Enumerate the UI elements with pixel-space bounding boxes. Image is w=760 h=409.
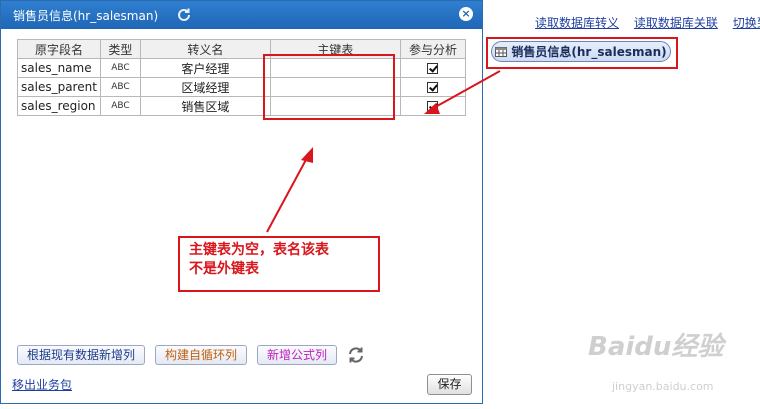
field-alias-cell[interactable]: 销售区域 [139,96,271,116]
col-header-analyze: 参与分析 [399,39,467,59]
close-icon[interactable]: × [459,7,473,21]
analyze-cell [399,96,467,116]
analyze-checkbox[interactable] [427,63,439,74]
field-type-cell: ABC [99,77,141,97]
analyze-cell [399,58,467,78]
field-name-cell: sales_parent [17,77,101,97]
dialog-title: 销售员信息(hr_salesman) [13,8,159,23]
table-properties-dialog: 销售员信息(hr_salesman) × 原字段名 类型 转义名 主键表 参与分… [0,0,483,404]
dialog-titlebar[interactable]: 销售员信息(hr_salesman) × [1,1,482,29]
field-alias-cell[interactable]: 客户经理 [139,58,271,78]
field-alias-cell[interactable]: 区域经理 [139,77,271,97]
top-links: 读取数据库转义 读取数据库关联 切换到 [535,14,760,30]
annotation-note-line2: 不是外键表 [189,261,259,277]
annotation-note-line1: 主键表为空，表名该表 [189,242,329,258]
watermark-brand: Baidu经验 [588,332,724,362]
analyze-cell [399,77,467,97]
column-actions: 根据现有数据新增列 构建自循环列 新增公式列 [17,345,365,365]
highlight-primary-table-column [263,54,395,120]
switch-to-link[interactable]: 切换到 [733,16,760,30]
col-header-original: 原字段名 [17,39,101,59]
highlight-table-node [486,37,678,69]
sync-icon[interactable] [347,346,365,364]
annotation-note: 主键表为空，表名该表 不是外键表 [178,236,380,292]
field-type-cell: ABC [99,58,141,78]
remove-from-package-link[interactable]: 移出业务包 [12,376,72,393]
fields-table: 原字段名 类型 转义名 主键表 参与分析 sales_name ABC 客户经理… [17,39,467,116]
table-row: sales_name ABC 客户经理 [17,58,467,78]
add-formula-column-button[interactable]: 新增公式列 [257,345,338,365]
col-header-alias: 转义名 [139,39,271,59]
table-header-row: 原字段名 类型 转义名 主键表 参与分析 [17,39,467,59]
table-row: sales_parent ABC 区域经理 [17,77,467,97]
read-db-relation-link[interactable]: 读取数据库关联 [634,16,718,30]
field-name-cell: sales_region [17,96,101,116]
analyze-checkbox[interactable] [427,82,439,93]
add-column-from-data-button[interactable]: 根据现有数据新增列 [17,345,146,365]
build-cycle-column-button[interactable]: 构建自循环列 [155,345,248,365]
watermark-url: jingyan.baidu.com [612,380,714,393]
read-db-escape-link[interactable]: 读取数据库转义 [535,16,619,30]
refresh-icon[interactable] [176,7,192,23]
table-row: sales_region ABC 销售区域 [17,96,467,116]
analyze-checkbox[interactable] [427,101,439,112]
field-name-cell: sales_name [17,58,101,78]
col-header-type: 类型 [99,39,141,59]
field-type-cell: ABC [99,96,141,116]
save-button[interactable]: 保存 [427,374,472,395]
